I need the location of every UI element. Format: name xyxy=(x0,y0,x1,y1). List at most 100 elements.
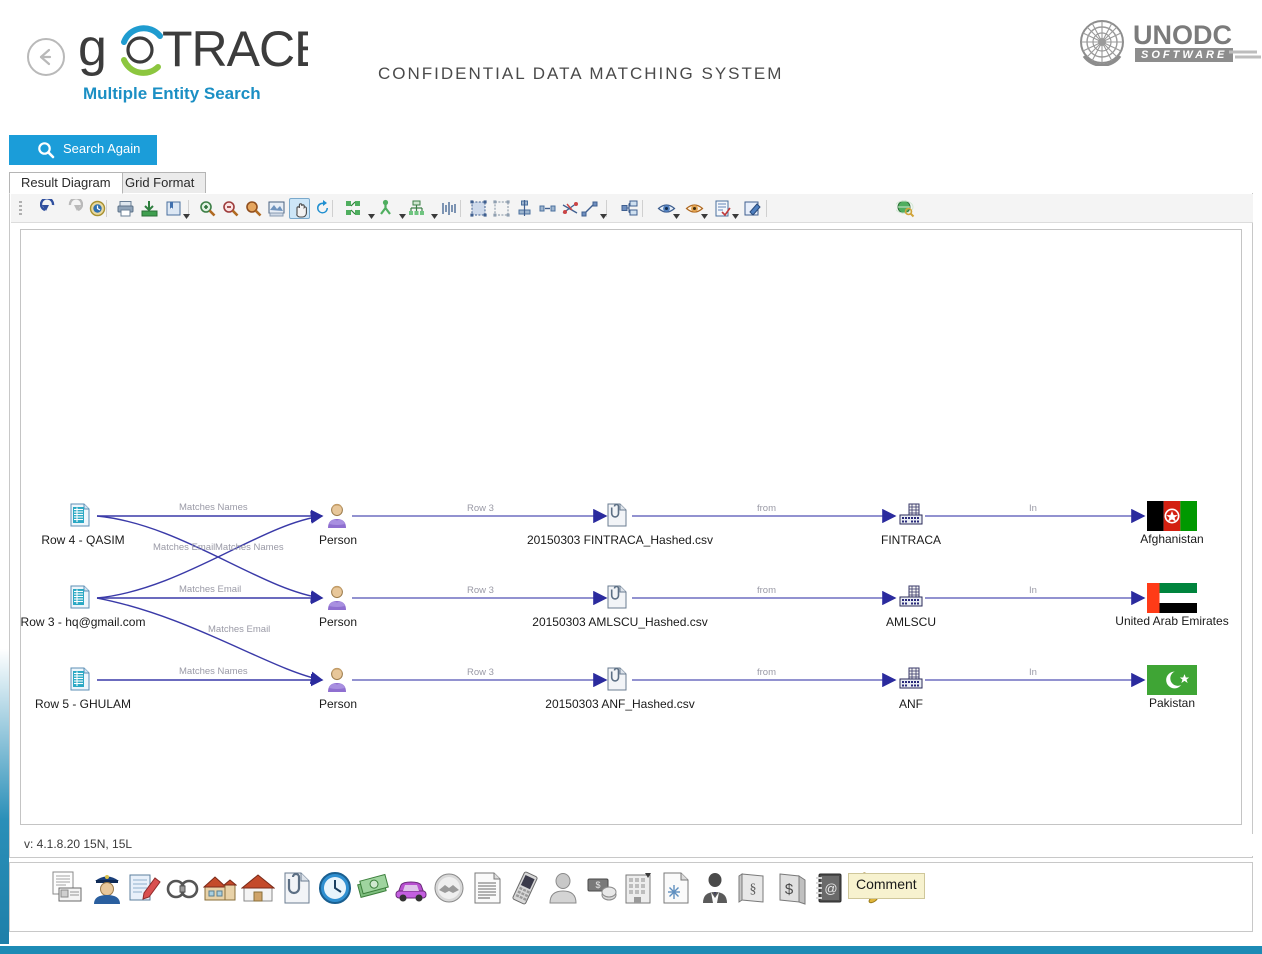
refresh-icon[interactable] xyxy=(313,198,334,219)
app-logo: g TRACE CONFIDENTIAL DATA MATCHING SYSTE… xyxy=(78,20,781,83)
business-person-icon[interactable] xyxy=(698,871,732,905)
status-bar: v: 4.1.8.20 15N, 15L xyxy=(11,834,1253,856)
un-emblem-icon xyxy=(1080,20,1124,67)
zoom-out-icon[interactable] xyxy=(220,198,241,219)
zoom-in-icon[interactable] xyxy=(197,198,218,219)
organisation-node[interactable]: AMLSCU xyxy=(886,585,936,629)
organisation-node[interactable]: ANF xyxy=(898,667,924,711)
chevron-down-icon[interactable] xyxy=(673,206,680,219)
align-icon[interactable] xyxy=(514,198,535,219)
print-icon[interactable] xyxy=(115,198,136,219)
chevron-down-icon[interactable] xyxy=(732,206,739,219)
speed-lines-icon xyxy=(1229,50,1261,59)
edit-note-icon[interactable] xyxy=(742,198,763,219)
layout-hierarchy-icon[interactable] xyxy=(406,198,427,219)
back-arrow-icon xyxy=(39,48,52,66)
person-silhouette-icon[interactable] xyxy=(546,871,580,905)
distribute-icon[interactable] xyxy=(537,198,558,219)
layout-timeline-icon[interactable] xyxy=(439,198,460,219)
properties-icon[interactable] xyxy=(712,198,733,219)
row-source-node[interactable]: Row 3 - hq@gmail.com xyxy=(21,585,145,629)
country-node[interactable]: Afghanistan xyxy=(1140,501,1204,546)
pan-hand-icon[interactable] xyxy=(289,198,310,219)
organisation-node[interactable]: FINTRACA xyxy=(881,503,941,547)
country-node[interactable]: United Arab Emirates xyxy=(1115,583,1229,628)
csv-file-node[interactable]: 20150303 ANF_Hashed.csv xyxy=(545,667,695,711)
row-source-node[interactable]: Row 5 - GHULAM xyxy=(35,667,131,711)
history-clock-icon[interactable] xyxy=(87,198,108,219)
node-label: 20150303 ANF_Hashed.csv xyxy=(545,697,695,711)
back-button[interactable] xyxy=(27,38,65,76)
money-icon[interactable] xyxy=(356,871,390,905)
match-edge-label: Matches Email xyxy=(179,584,242,595)
text-document-icon[interactable] xyxy=(470,871,504,905)
node-label: Row 5 - GHULAM xyxy=(34,697,132,711)
fit-page-icon[interactable] xyxy=(266,198,287,219)
edge-label-row: Row 3 xyxy=(467,585,494,596)
search-globe-icon[interactable] xyxy=(894,198,916,219)
edit-document-icon[interactable] xyxy=(127,871,161,905)
unodc-logo: UNODC SOFTWARE xyxy=(1075,18,1261,67)
tab-result-diagram[interactable]: Result Diagram xyxy=(9,172,123,194)
edge-label-in: In xyxy=(1029,503,1037,514)
handshake-icon[interactable] xyxy=(432,871,466,905)
comment-button[interactable]: Comment xyxy=(848,873,925,899)
search-again-button[interactable]: Search Again xyxy=(9,135,157,165)
attachment-document-icon[interactable] xyxy=(280,871,314,905)
row-source-node[interactable]: Row 4 - QASIM xyxy=(41,503,125,547)
police-officer-icon[interactable] xyxy=(90,871,124,905)
building-house-icon[interactable] xyxy=(202,871,238,905)
document-card-icon[interactable] xyxy=(50,871,84,905)
toolbar-grip[interactable] xyxy=(19,201,22,215)
match-edge-label: Matches Names xyxy=(215,542,284,553)
legal-book-icon[interactable]: § xyxy=(736,871,770,905)
layout-tree-icon[interactable] xyxy=(375,198,396,219)
unodc-wordmark: UNODC xyxy=(1133,20,1232,50)
chevron-down-icon[interactable] xyxy=(368,206,375,219)
car-icon[interactable] xyxy=(394,871,428,905)
unodc-software-label: SOFTWARE xyxy=(1135,48,1234,62)
toolbar-separator xyxy=(766,200,767,217)
edge-label-row: Row 3 xyxy=(467,503,494,514)
node-label: Person xyxy=(318,533,358,547)
tab-bar: Result Diagram Grid Format xyxy=(9,172,1253,195)
book-report-icon[interactable] xyxy=(163,198,184,219)
select-all-icon[interactable] xyxy=(468,198,489,219)
unlink-icon[interactable] xyxy=(560,198,581,219)
handcuffs-icon[interactable] xyxy=(165,871,199,905)
mobile-phone-icon[interactable] xyxy=(508,871,542,905)
person-node[interactable]: Person xyxy=(319,585,357,629)
person-node[interactable]: Person xyxy=(319,667,357,711)
export-icon[interactable] xyxy=(139,198,160,219)
node-label: Person xyxy=(318,697,358,711)
tab-grid-format[interactable]: Grid Format xyxy=(113,172,207,194)
select-none-icon[interactable] xyxy=(491,198,512,219)
country-node[interactable]: Pakistan xyxy=(1146,665,1198,710)
undo-icon[interactable] xyxy=(39,197,60,219)
diagram-canvas[interactable]: Row 4 - QASIM Person 20150303 FINTRACA_Has… xyxy=(20,229,1242,825)
person-node[interactable]: Person xyxy=(319,503,357,547)
grouping-icon[interactable] xyxy=(620,198,641,219)
chevron-down-icon[interactable] xyxy=(399,206,406,219)
link-style-icon[interactable] xyxy=(580,198,601,219)
clock-icon[interactable] xyxy=(318,871,352,905)
search-icon xyxy=(38,142,55,159)
chevron-down-icon[interactable] xyxy=(183,206,190,219)
layout-expand-icon[interactable] xyxy=(343,198,364,219)
edge-label-row: Row 3 xyxy=(467,667,494,678)
email-book-icon[interactable]: @ xyxy=(812,871,846,905)
page-title: Multiple Entity Search xyxy=(83,84,261,103)
snowflake-document-icon[interactable] xyxy=(660,871,694,905)
office-building-icon[interactable] xyxy=(622,871,656,905)
csv-file-node[interactable]: 20150303 AMLSCU_Hashed.csv xyxy=(532,585,708,629)
house-icon[interactable] xyxy=(240,871,276,905)
redo-icon[interactable] xyxy=(63,197,84,219)
chevron-down-icon[interactable] xyxy=(431,206,438,219)
money-book-icon[interactable]: $ xyxy=(774,871,808,905)
cash-coins-icon[interactable]: $ xyxy=(584,871,618,905)
csv-file-node[interactable]: 20150303 FINTRACA_Hashed.csv xyxy=(527,503,713,547)
result-diagram-panel: Row 4 - QASIM Person 20150303 FINTRACA_Has… xyxy=(9,193,1253,858)
chevron-down-icon[interactable] xyxy=(600,206,607,219)
zoom-actual-icon[interactable] xyxy=(243,198,264,219)
chevron-down-icon[interactable] xyxy=(701,206,708,219)
